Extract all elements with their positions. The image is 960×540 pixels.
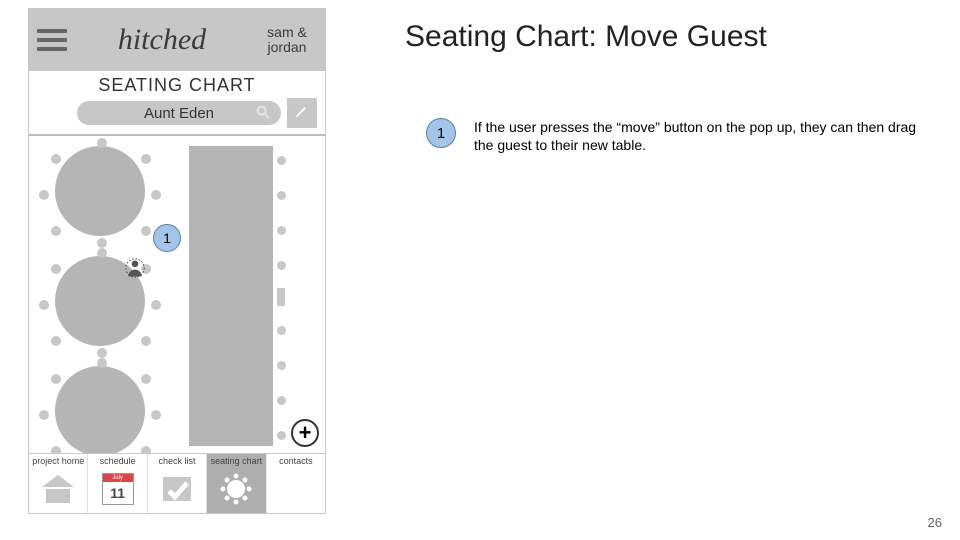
seat[interactable]: [39, 300, 49, 310]
add-table-button[interactable]: +: [291, 419, 319, 447]
seat[interactable]: [97, 358, 107, 368]
seat[interactable]: [151, 300, 161, 310]
seat-rect[interactable]: [277, 288, 285, 306]
seat[interactable]: [141, 226, 151, 236]
seat[interactable]: [51, 154, 61, 164]
seating-icon: [214, 470, 258, 508]
seat[interactable]: [51, 374, 61, 384]
callout-bubble: 1: [153, 224, 181, 252]
round-table[interactable]: [55, 366, 145, 453]
nav-label: seating chart: [211, 456, 263, 468]
nav-check-list[interactable]: check list: [148, 454, 207, 513]
seat[interactable]: [51, 264, 61, 274]
seat[interactable]: [277, 191, 286, 200]
nav-label: project home: [32, 456, 84, 468]
seat[interactable]: [97, 348, 107, 358]
couple-line2: jordan: [257, 40, 317, 55]
nav-seating-chart[interactable]: seating chart: [207, 454, 266, 513]
couple-line1: sam &: [257, 25, 317, 40]
nav-label: schedule: [100, 456, 136, 468]
phone-mockup: hitched sam & jordan SEATING CHART Aunt …: [28, 8, 326, 514]
app-brand: hitched: [67, 23, 257, 57]
seat[interactable]: [141, 154, 151, 164]
seat[interactable]: [277, 361, 286, 370]
seat[interactable]: [277, 326, 286, 335]
step-bubble: 1: [426, 118, 456, 148]
bottom-nav: project home schedule July 11 check list: [29, 453, 325, 513]
person-icon: [274, 470, 318, 508]
home-icon: [36, 470, 80, 508]
calendar-icon: July 11: [96, 470, 140, 508]
seat[interactable]: [51, 446, 61, 453]
page-title: SEATING CHART: [37, 75, 317, 96]
slide-title: Seating Chart: Move Guest: [405, 20, 767, 54]
seat[interactable]: [277, 226, 286, 235]
seat[interactable]: [97, 248, 107, 258]
menu-icon[interactable]: [37, 29, 67, 51]
seat[interactable]: [39, 410, 49, 420]
round-table[interactable]: [55, 146, 145, 236]
seat[interactable]: [141, 336, 151, 346]
pencil-icon: [294, 103, 310, 124]
subheader: SEATING CHART Aunt Eden: [29, 71, 325, 136]
seat[interactable]: [97, 138, 107, 148]
seat[interactable]: [277, 261, 286, 270]
seat[interactable]: [151, 190, 161, 200]
app-header: hitched sam & jordan: [29, 9, 325, 71]
seat[interactable]: [277, 156, 286, 165]
nav-project-home[interactable]: project home: [29, 454, 88, 513]
seat[interactable]: [97, 238, 107, 248]
seat[interactable]: [51, 226, 61, 236]
seat[interactable]: [51, 336, 61, 346]
seat[interactable]: [277, 396, 286, 405]
edit-button[interactable]: [287, 98, 317, 128]
seat[interactable]: [39, 190, 49, 200]
seat[interactable]: [141, 374, 151, 384]
step-text: If the user presses the “move” button on…: [474, 118, 924, 154]
nav-label: check list: [159, 456, 196, 468]
page-number: 26: [928, 515, 942, 530]
couple-names: sam & jordan: [257, 25, 317, 56]
nav-contacts[interactable]: contacts: [267, 454, 325, 513]
long-table[interactable]: [189, 146, 273, 446]
nav-label: contacts: [279, 456, 313, 468]
plus-icon: +: [299, 420, 312, 446]
search-value: Aunt Eden: [144, 105, 214, 122]
check-icon: [155, 470, 199, 508]
guest-token[interactable]: [125, 258, 145, 278]
step-number: 1: [437, 125, 445, 142]
seat[interactable]: [277, 431, 286, 440]
seat[interactable]: [151, 410, 161, 420]
nav-schedule[interactable]: schedule July 11: [88, 454, 147, 513]
step-row: 1 If the user presses the “move” button …: [426, 118, 924, 154]
callout-number: 1: [163, 230, 171, 246]
search-input[interactable]: Aunt Eden: [77, 101, 281, 125]
floor-plan[interactable]: 1 +: [29, 136, 325, 453]
search-icon: [255, 104, 271, 120]
seat[interactable]: [141, 446, 151, 453]
